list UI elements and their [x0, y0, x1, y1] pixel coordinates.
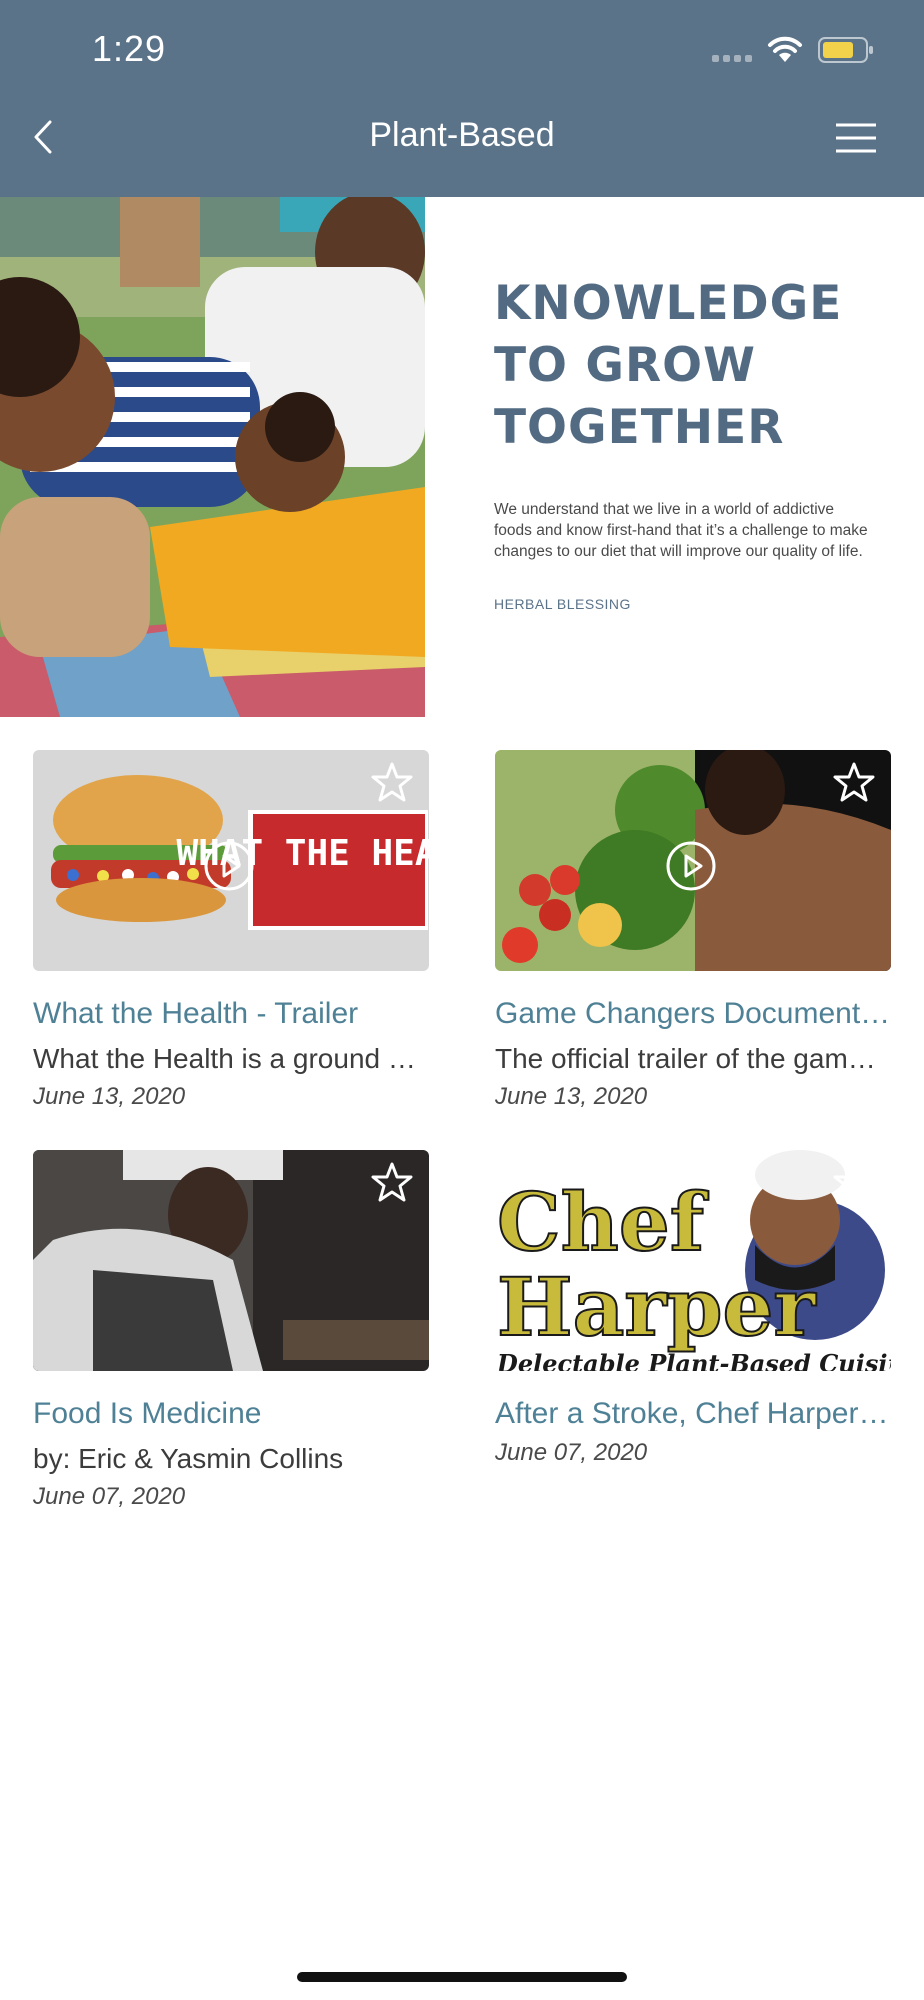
hero-text-block: KNOWLEDGE TO GROW TOGETHER We understand… — [494, 273, 894, 612]
logo-text: Harper — [497, 1260, 816, 1354]
play-icon[interactable] — [203, 840, 255, 892]
logo-tagline: Delectable Plant-Based Cuisine — [496, 1349, 891, 1371]
video-thumbnail[interactable] — [495, 750, 891, 971]
hero-banner[interactable]: KNOWLEDGE TO GROW TOGETHER We understand… — [0, 197, 924, 717]
video-thumbnail[interactable]: WHAT THE HEALTH — [33, 750, 429, 971]
play-icon[interactable] — [665, 840, 717, 892]
card-description: What the Health is a ground … — [33, 1043, 416, 1074]
hamburger-menu-icon[interactable] — [832, 120, 880, 156]
favorite-star-icon[interactable] — [831, 760, 877, 806]
video-card[interactable]: Food Is Medicine by: Eric & Yasmin Colli… — [33, 1150, 429, 1511]
card-title[interactable]: After a Stroke, Chef Harper… — [495, 1397, 891, 1431]
battery-icon — [818, 37, 873, 63]
video-thumbnail[interactable]: Chef Harper Delectable Plant-Based Cuisi… — [495, 1150, 891, 1371]
video-card[interactable]: Chef Harper Delectable Plant-Based Cuisi… — [495, 1150, 891, 1467]
logo-text: Chef — [497, 1175, 709, 1269]
video-thumbnail[interactable] — [33, 1150, 429, 1371]
video-card[interactable]: WHAT THE HEALTH What the Health - Traile… — [33, 750, 429, 1111]
card-title[interactable]: Game Changers Document… — [495, 997, 891, 1031]
card-description: The official trailer of the gam… — [495, 1043, 876, 1074]
favorite-star-icon[interactable] — [369, 760, 415, 806]
card-title[interactable]: Food Is Medicine — [33, 1397, 429, 1431]
app-header: 1:29 Plant-Based — [0, 0, 924, 197]
cellular-signal-icon — [712, 55, 752, 62]
card-title[interactable]: What the Health - Trailer — [33, 997, 429, 1031]
card-description: by: Eric & Yasmin Collins — [33, 1443, 344, 1474]
card-date: June 13, 2020 — [33, 1083, 186, 1110]
favorite-star-icon[interactable] — [369, 1160, 415, 1206]
video-card[interactable]: Game Changers Document… The official tra… — [495, 750, 891, 1111]
card-date: June 07, 2020 — [495, 1439, 648, 1466]
card-date: June 07, 2020 — [33, 1483, 186, 1510]
page-title: Plant-Based — [369, 116, 555, 154]
home-indicator[interactable] — [297, 1972, 627, 1982]
status-time: 1:29 — [92, 28, 167, 69]
hero-description: We understand that we live in a world of… — [494, 501, 868, 560]
hero-heading: KNOWLEDGE TO GROW TOGETHER — [494, 276, 843, 455]
wifi-icon — [768, 36, 802, 62]
hero-brand: HERBAL BLESSING — [494, 596, 631, 612]
card-date: June 13, 2020 — [495, 1083, 648, 1110]
family-photo — [0, 197, 425, 717]
favorite-star-icon[interactable] — [831, 1160, 877, 1206]
